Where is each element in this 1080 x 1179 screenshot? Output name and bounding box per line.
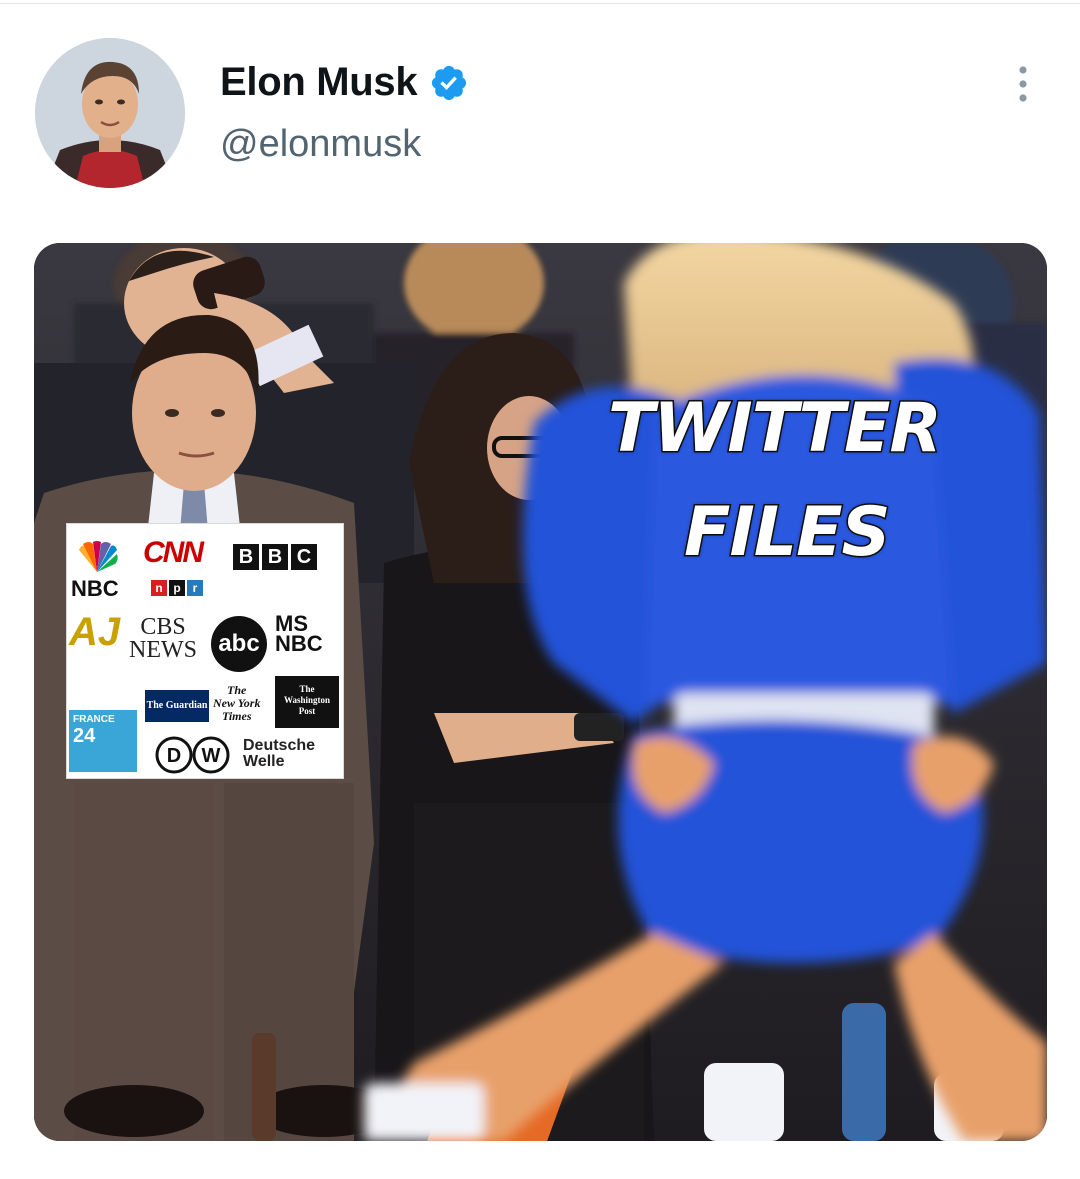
avatar-photo [35, 38, 185, 188]
logo-bbc: B B C [233, 544, 317, 570]
logo-abc: abc [211, 616, 267, 672]
logo-aj: AJ [69, 610, 121, 654]
logo-bbc-letter: B [233, 544, 259, 570]
author-info: Elon Musk @elonmusk [220, 60, 469, 166]
tweet-media-image[interactable]: CNN B B C NBC n p r AJ CBS NEWS abc MS N… [34, 243, 1047, 1141]
svg-text:W: W [202, 745, 221, 767]
display-name[interactable]: Elon Musk [220, 60, 418, 105]
logo-nbc: NBC [71, 576, 119, 601]
logo-msnbc: MS NBC [275, 611, 323, 656]
news-logos-panel: CNN B B C NBC n p r AJ CBS NEWS abc MS N… [66, 523, 344, 779]
avatar[interactable] [35, 38, 185, 188]
logo-france24: FRANCE 24 [69, 710, 137, 772]
logo-nyt: The New York Times [213, 683, 261, 724]
logo-dw-name: Deutsche Welle [243, 737, 316, 770]
logo-cnn: CNN [143, 536, 204, 569]
logo-france24-label: FRANCE [73, 714, 115, 725]
handle[interactable]: @elonmusk [220, 123, 469, 166]
name-row: Elon Musk [220, 60, 469, 105]
tweet-header: Elon Musk @elonmusk [0, 0, 1080, 200]
logo-npr-letter: n [151, 580, 167, 596]
logo-bbc-letter: C [291, 544, 317, 570]
more-options-icon[interactable] [1008, 64, 1038, 104]
logo-washington-post: The Washington Post [275, 676, 339, 728]
logo-cbs-news: CBS NEWS [129, 614, 197, 663]
logo-npr: n p r [151, 580, 203, 596]
overlay-text-twitter: TWITTER [607, 388, 944, 470]
overlay-text-files: FILES [683, 492, 893, 574]
svg-text:D: D [167, 745, 181, 767]
logo-dw: D W [155, 736, 230, 774]
logo-npr-letter: p [169, 580, 185, 596]
logo-guardian: The Guardian [145, 690, 209, 722]
logo-bbc-letter: B [262, 544, 288, 570]
logo-npr-letter: r [187, 580, 203, 596]
logo-france24-number: 24 [73, 725, 96, 747]
verified-badge-icon [432, 65, 467, 100]
nbc-peacock-icon [79, 541, 118, 572]
